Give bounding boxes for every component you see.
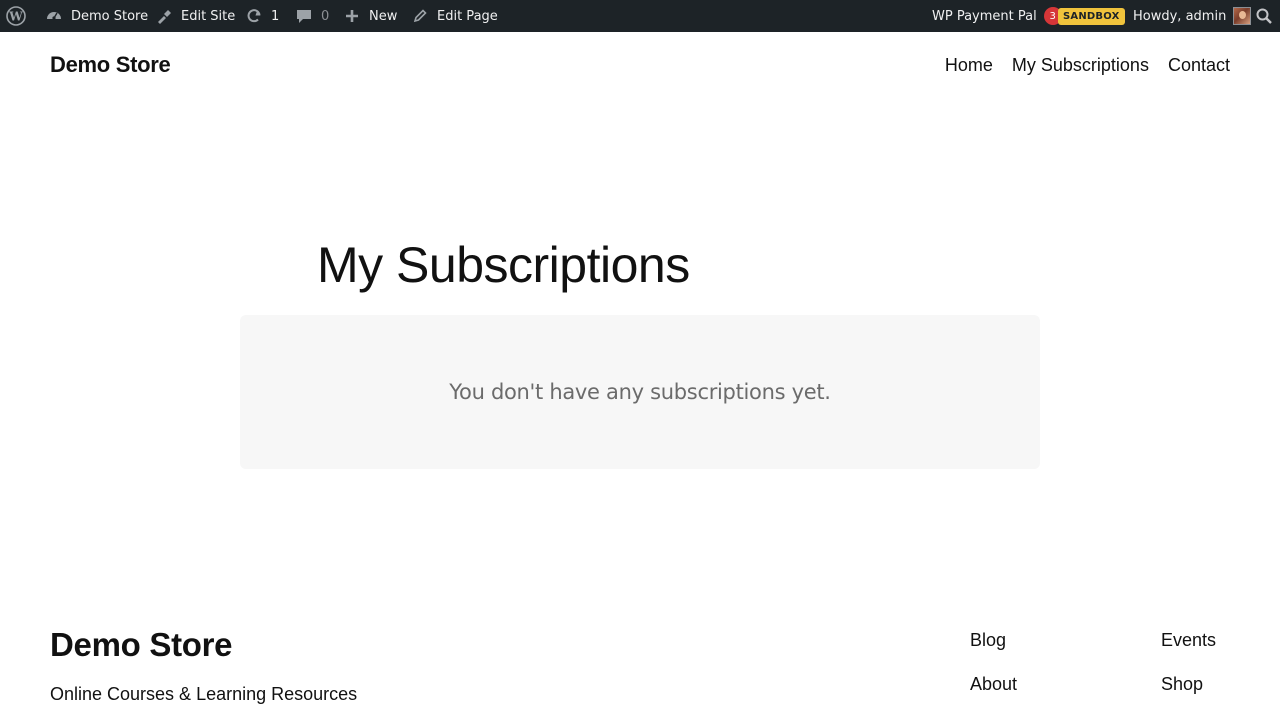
comments-link[interactable]: 0 bbox=[294, 0, 329, 32]
footer-link-events[interactable]: Events bbox=[1161, 630, 1216, 651]
updates-count: 1 bbox=[271, 8, 280, 24]
svg-text:W: W bbox=[8, 10, 23, 24]
site-title-link[interactable]: Demo Store bbox=[50, 52, 171, 78]
comments-count: 0 bbox=[321, 8, 330, 24]
sandbox-label: SANDBOX bbox=[1058, 7, 1125, 25]
admin-bar: W Demo Store Edit Site 1 0 New Edit Page… bbox=[0, 0, 1280, 32]
plus-icon bbox=[342, 6, 362, 26]
edit-page-link[interactable]: Edit Page bbox=[410, 0, 498, 32]
empty-message: You don't have any subscriptions yet. bbox=[449, 380, 831, 404]
footer-site-title[interactable]: Demo Store bbox=[50, 626, 233, 664]
admin-search-button[interactable] bbox=[1254, 0, 1274, 32]
page-title: My Subscriptions bbox=[317, 237, 690, 293]
comment-icon bbox=[294, 6, 314, 26]
howdy-label: Howdy, admin bbox=[1133, 8, 1227, 24]
edit-site-link[interactable]: Edit Site bbox=[154, 0, 235, 32]
nav-item-my-subscriptions[interactable]: My Subscriptions bbox=[1012, 55, 1149, 76]
primary-nav: Home My Subscriptions Contact bbox=[945, 55, 1230, 76]
edit-site-label: Edit Site bbox=[181, 8, 236, 24]
new-content-link[interactable]: New bbox=[342, 0, 397, 32]
new-label: New bbox=[369, 8, 398, 24]
dashboard-icon bbox=[44, 6, 64, 26]
my-account-menu[interactable]: Howdy, admin bbox=[1133, 0, 1252, 32]
site-name-link[interactable]: Demo Store bbox=[44, 0, 148, 32]
updates-link[interactable]: 1 bbox=[244, 0, 279, 32]
footer-link-blog[interactable]: Blog bbox=[970, 630, 1006, 651]
edit-page-label: Edit Page bbox=[437, 8, 498, 24]
nav-item-contact[interactable]: Contact bbox=[1168, 55, 1230, 76]
nav-item-home[interactable]: Home bbox=[945, 55, 993, 76]
pencil-icon bbox=[410, 6, 430, 26]
avatar bbox=[1233, 7, 1252, 25]
search-icon bbox=[1254, 6, 1274, 26]
sandbox-mode-badge[interactable]: SANDBOX bbox=[1058, 0, 1125, 32]
wp-logo-button[interactable]: W bbox=[6, 0, 26, 32]
footer-link-shop[interactable]: Shop bbox=[1161, 674, 1203, 695]
wp-payment-pal-menu[interactable]: WP Payment Pal 3 bbox=[932, 0, 1062, 32]
wordpress-icon: W bbox=[6, 6, 26, 26]
footer-link-about[interactable]: About bbox=[970, 674, 1017, 695]
subscriptions-empty-notice: You don't have any subscriptions yet. bbox=[240, 315, 1040, 469]
brush-icon bbox=[154, 6, 174, 26]
plugin-name-label: WP Payment Pal bbox=[932, 8, 1037, 24]
site-name-label: Demo Store bbox=[71, 8, 149, 24]
footer-tagline: Online Courses & Learning Resources bbox=[50, 684, 358, 704]
updates-icon bbox=[244, 6, 264, 26]
